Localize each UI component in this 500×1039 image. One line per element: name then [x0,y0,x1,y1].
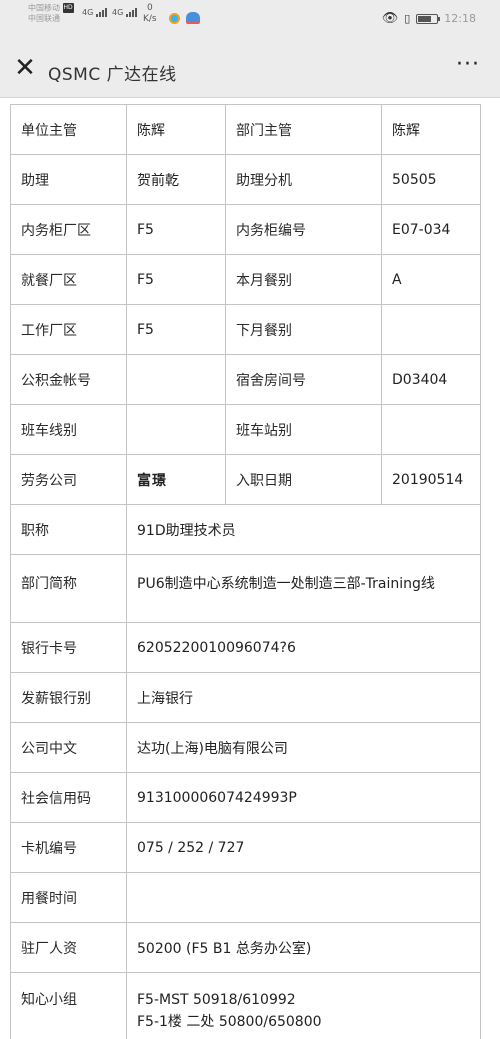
table-row: 银行卡号 6205220010096074?6 [10,622,481,673]
table-row: 发薪银行别 上海银行 [10,672,481,723]
field-label: 班车线别 [10,404,127,455]
net-speed: 0 K/s [143,3,157,25]
field-label: 知心小组 [10,972,127,1039]
carrier-1: 中国移动 [28,3,60,13]
field-value: F5 [126,254,226,305]
app-notification-icon-2 [186,12,200,24]
field-label: 班车站别 [225,404,382,455]
field-value: 陈辉 [381,104,481,155]
field-value: 6205220010096074?6 [126,622,481,673]
field-label: 部门主管 [225,104,382,155]
field-value [381,404,481,455]
field-label: 内务柜厂区 [10,204,127,255]
field-value: 贺前乾 [126,154,226,205]
status-bar: 中国移动 HD 中国联通 4G 4G 0 K/s 👁 ▯ 12:18 [0,0,500,40]
field-label: 助理分机 [225,154,382,205]
field-value [126,404,226,455]
field-value: PU6制造中心系统制造一处制造三部-Training线 [126,554,481,623]
field-label: 单位主管 [10,104,127,155]
network-type-1: 4G [82,8,94,17]
field-value: 91310000607424993P [126,772,481,823]
field-label: 内务柜编号 [225,204,382,255]
field-label: 工作厂区 [10,304,127,355]
vibrate-icon: ▯ [404,12,411,25]
field-value: 20190514 [381,454,481,505]
table-row: 公司中文 达功(上海)电脑有限公司 [10,722,481,773]
status-right: 👁 ▯ 12:18 [382,11,476,26]
table-row: 知心小组 F5-MST 50918/610992 F5-1楼 二处 50800/65… [10,972,481,1039]
signal-icon: 4G [82,8,108,17]
field-value [381,304,481,355]
field-value: 达功(上海)电脑有限公司 [126,722,481,773]
table-row: 用餐时间 [10,872,481,923]
more-options-icon[interactable]: ··· [456,54,480,76]
network-type-2: 4G [112,8,124,17]
field-label: 用餐时间 [10,872,127,923]
field-value [126,872,481,923]
carrier-2: 中国联通 [28,13,60,23]
table-row: 驻厂人资 50200 (F5 B1 总务办公室) [10,922,481,973]
app-notification-icon [169,13,180,24]
field-value: 上海银行 [126,672,481,723]
eye-icon: 👁 [381,11,399,26]
title-bar: ✕ QSMC 广达在线 ··· [0,40,500,98]
table-row: 内务柜厂区 F5 内务柜编号 E07-034 [10,204,481,255]
field-value-line: F5-MST 50918/610992 [137,992,296,1008]
field-label: 职称 [10,504,127,555]
field-value [126,354,226,405]
field-label: 宿舍房间号 [225,354,382,405]
net-speed-value: 0 [146,3,153,13]
table-row: 卡机编号 075 / 252 / 727 [10,822,481,873]
employee-info-table: 单位主管 陈辉 部门主管 陈辉 助理 贺前乾 助理分机 50505 内务柜厂区 F5 内务柜编号 E0… [10,104,481,1039]
field-label: 就餐厂区 [10,254,127,305]
field-value-line: F5-1楼 二处 50800/650800 [137,1014,322,1030]
clock: 12:18 [444,12,476,25]
field-value: 075 / 252 / 727 [126,822,481,873]
table-row: 助理 贺前乾 助理分机 50505 [10,154,481,205]
field-value: 91D助理技术员 [126,504,481,555]
field-label: 助理 [10,154,127,205]
field-label: 入职日期 [225,454,382,505]
net-speed-unit: K/s [143,14,157,24]
field-value: 陈辉 [126,104,226,155]
employee-info-page: 单位主管 陈辉 部门主管 陈辉 助理 贺前乾 助理分机 50505 内务柜厂区 F5 内务柜编号 E0… [0,98,500,1039]
table-row: 班车线别 班车站别 [10,404,481,455]
field-value: A [381,254,481,305]
field-value: F5 [126,204,226,255]
field-label: 本月餐别 [225,254,382,305]
field-label: 部门简称 [10,554,127,623]
field-value: 富璟 [126,454,226,505]
table-row: 劳务公司 富璟 入职日期 20190514 [10,454,481,505]
table-row: 公积金帐号 宿舍房间号 D03404 [10,354,481,405]
table-row: 工作厂区 F5 下月餐别 [10,304,481,355]
battery-icon [416,13,441,24]
field-label: 发薪银行别 [10,672,127,723]
field-label: 公积金帐号 [10,354,127,405]
field-value: 50505 [381,154,481,205]
hd-badge: HD [62,3,74,13]
table-row: 单位主管 陈辉 部门主管 陈辉 [10,104,481,155]
field-label: 社会信用码 [10,772,127,823]
close-icon[interactable]: ✕ [10,54,40,84]
field-label: 下月餐别 [225,304,382,355]
field-label: 银行卡号 [10,622,127,673]
field-label: 卡机编号 [10,822,127,873]
field-value: F5 [126,304,226,355]
field-value: E07-034 [381,204,481,255]
page-title: QSMC 广达在线 [48,65,177,85]
field-value: D03404 [381,354,481,405]
field-label: 劳务公司 [10,454,127,505]
table-row: 就餐厂区 F5 本月餐别 A [10,254,481,305]
table-row: 部门简称 PU6制造中心系统制造一处制造三部-Training线 [10,554,481,623]
signal-icon-2: 4G [112,8,138,17]
field-value: F5-MST 50918/610992 F5-1楼 二处 50800/650800 [126,972,481,1039]
field-label: 驻厂人资 [10,922,127,973]
carrier-info: 中国移动 HD 中国联通 [28,3,74,24]
field-label: 公司中文 [10,722,127,773]
table-row: 社会信用码 91310000607424993P [10,772,481,823]
field-value: 50200 (F5 B1 总务办公室) [126,922,481,973]
table-row: 职称 91D助理技术员 [10,504,481,555]
